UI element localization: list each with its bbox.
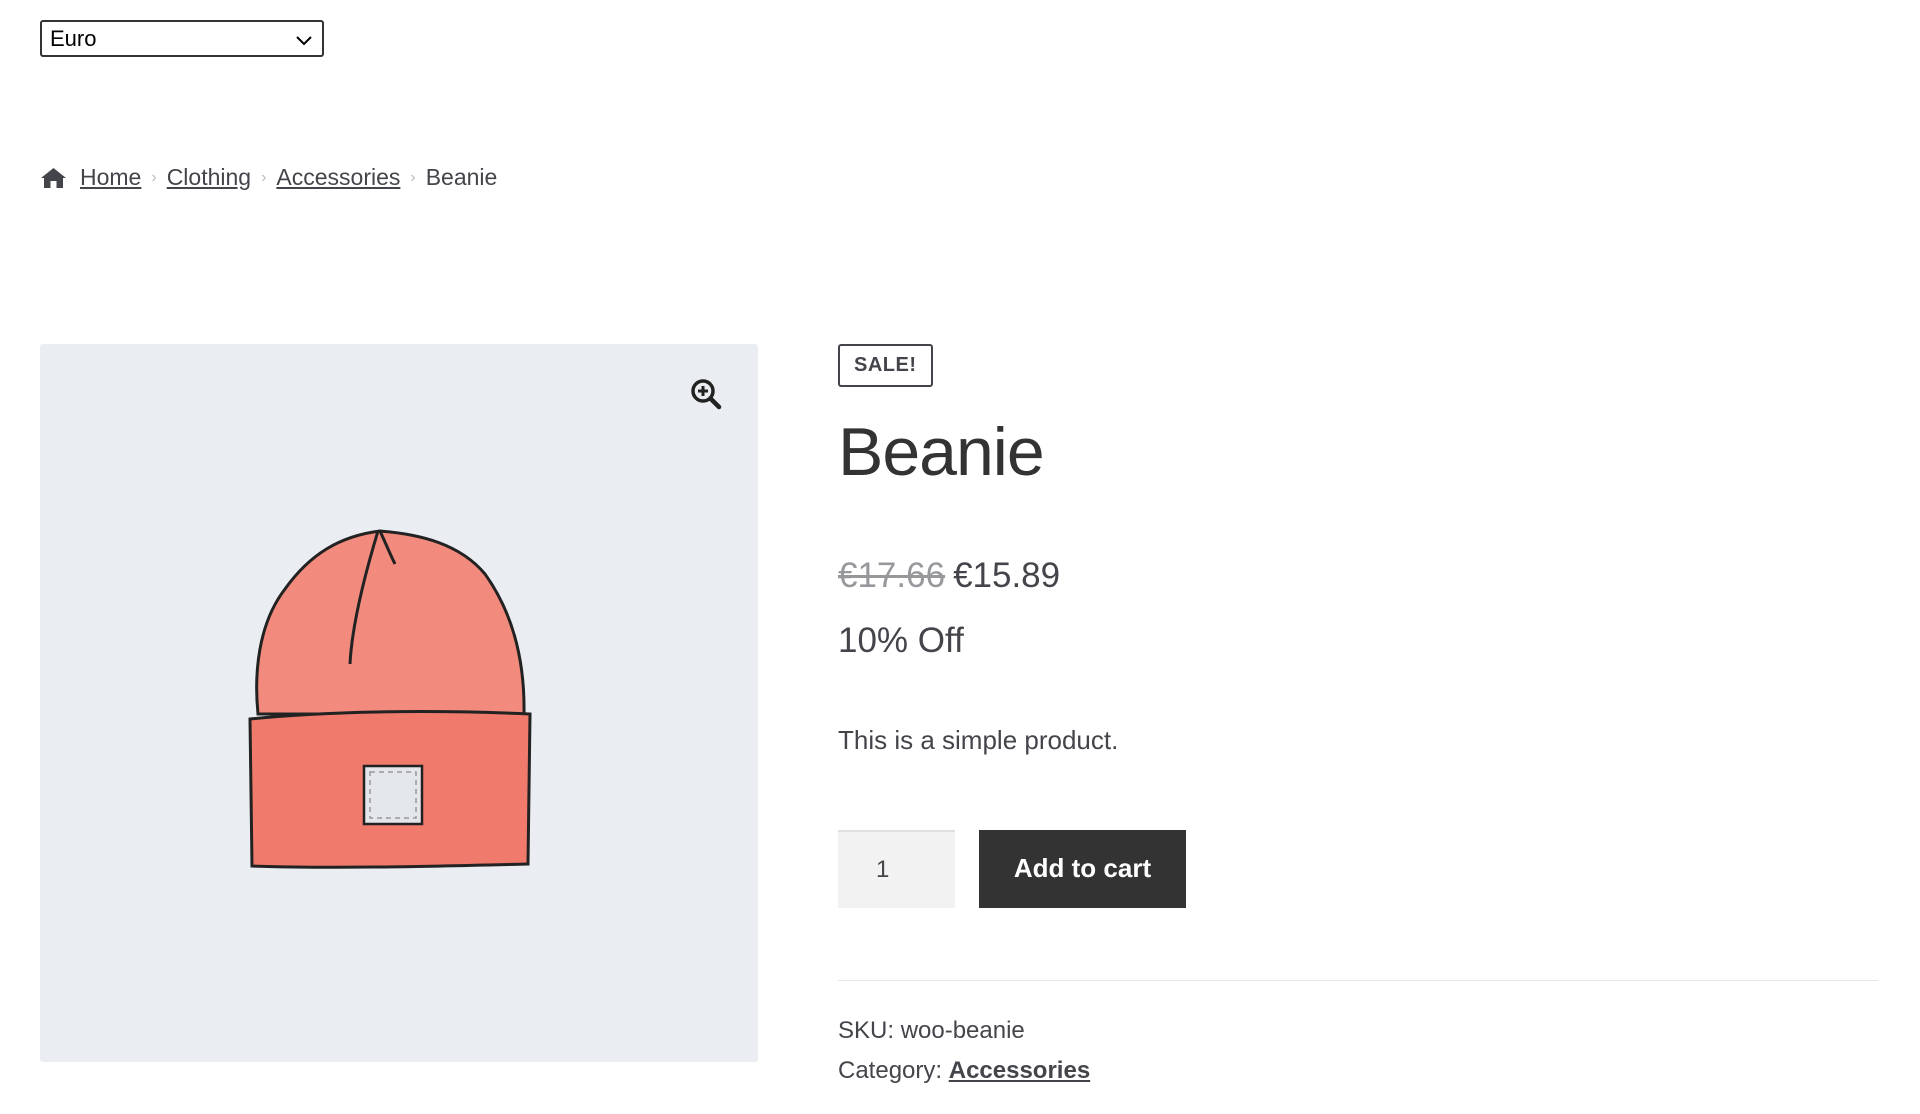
sale-price: €15.89 (953, 555, 1061, 595)
currency-select-value: Euro (50, 25, 97, 51)
zoom-in-icon (690, 378, 722, 415)
sale-badge: SALE! (838, 344, 933, 387)
category-label: Category: (838, 1056, 943, 1084)
sku-value: woo-beanie (900, 1016, 1025, 1044)
currency-select[interactable]: Euro (40, 20, 324, 57)
add-to-cart-form: Add to cart (838, 829, 1878, 908)
sku-label: SKU: (838, 1016, 895, 1044)
breadcrumb: Home › Clothing › Accessories › Beanie (40, 164, 497, 191)
product-gallery[interactable] (40, 344, 758, 1062)
product-meta: SKU: woo-beanie Category: Accessories (838, 1011, 1878, 1091)
product-price: €17.66 €15.89 (838, 556, 1878, 596)
product-summary: SALE! Beanie €17.66 €15.89 10% Off This i… (838, 344, 1878, 1091)
breadcrumb-separator: › (410, 168, 416, 186)
product-description: This is a simple product. (838, 724, 1119, 755)
add-to-cart-button[interactable]: Add to cart (979, 829, 1186, 908)
chevron-down-icon (296, 26, 312, 52)
zoom-button[interactable] (681, 371, 731, 421)
breadcrumb-current: Beanie (425, 164, 498, 190)
breadcrumb-separator: › (261, 168, 267, 186)
breadcrumb-home-link[interactable]: Home (80, 164, 141, 191)
home-icon (40, 167, 67, 189)
quantity-input[interactable] (838, 829, 955, 908)
old-price: €17.66 (838, 555, 946, 595)
category-link[interactable]: Accessories (949, 1057, 1090, 1084)
product-title: Beanie (838, 414, 1045, 490)
divider (838, 979, 1878, 981)
discount-label: 10% Off (838, 620, 964, 660)
sku-row: SKU: woo-beanie (838, 1011, 1878, 1051)
category-row: Category: Accessories (838, 1051, 1878, 1091)
breadcrumb-separator: › (151, 168, 157, 186)
breadcrumb-accessories-link[interactable]: Accessories (276, 164, 400, 191)
product-image (240, 514, 560, 899)
breadcrumb-clothing-link[interactable]: Clothing (167, 164, 251, 191)
